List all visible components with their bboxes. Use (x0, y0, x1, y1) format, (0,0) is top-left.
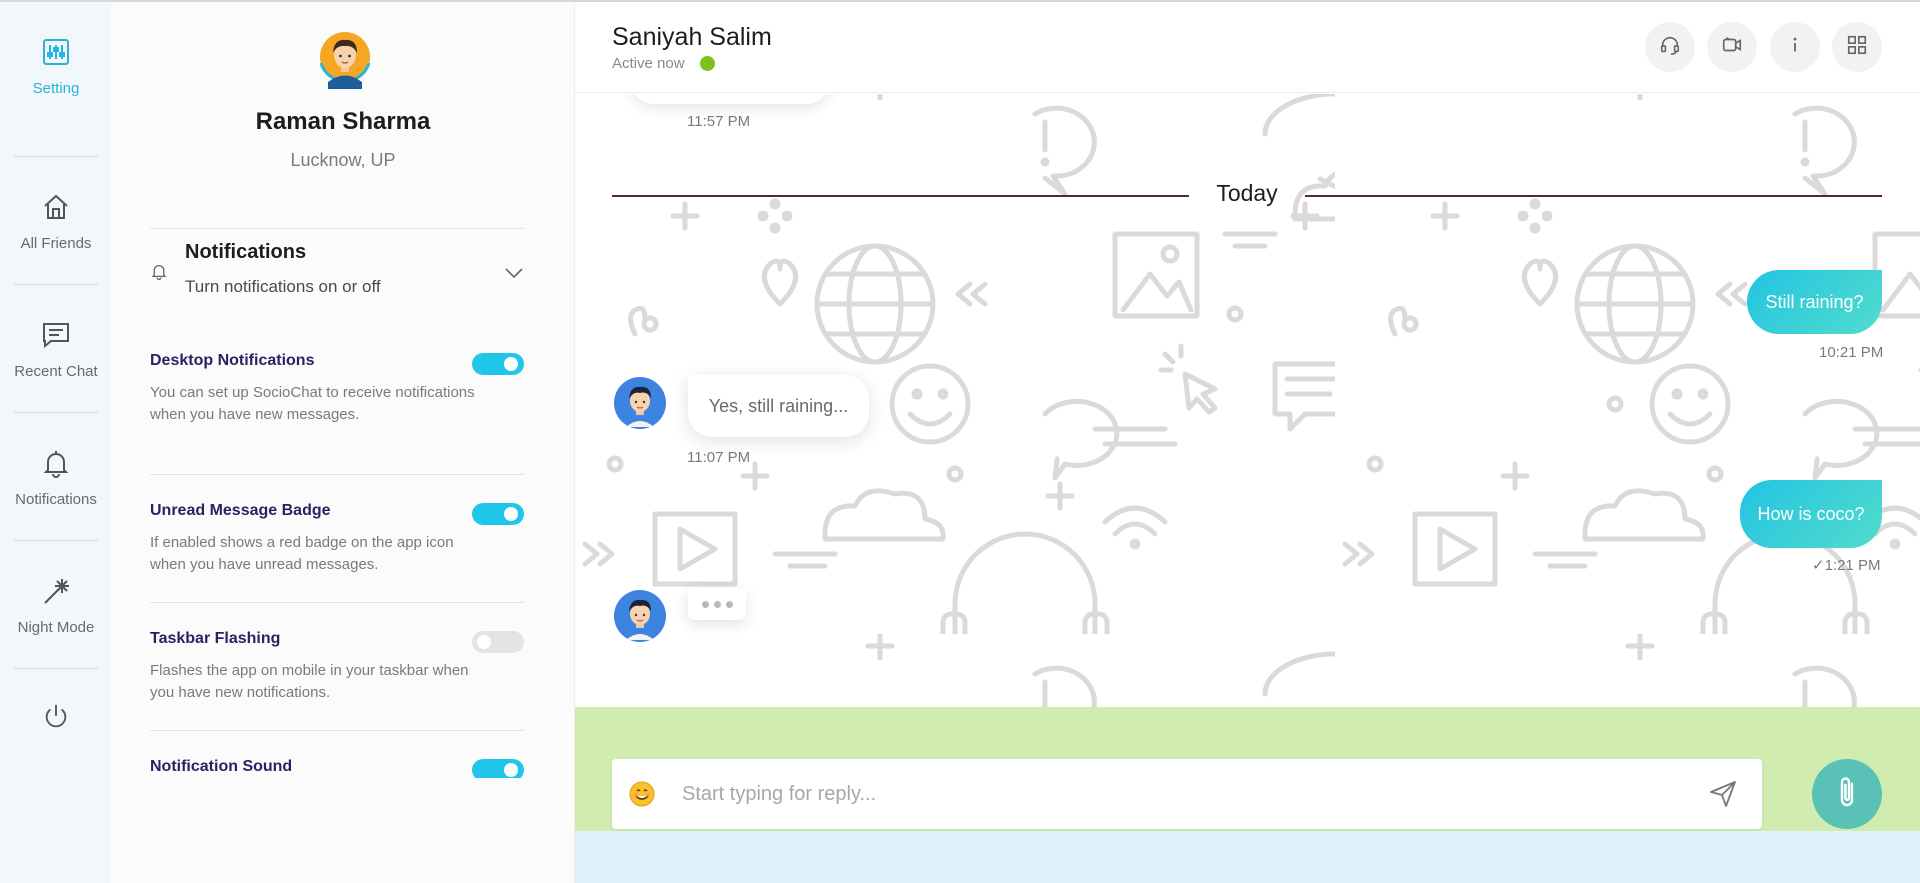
emoji-button[interactable] (629, 781, 655, 812)
message-list[interactable]: 11:57 PM Today Still raining? 10:21 PM Y… (575, 94, 1920, 707)
chat-header: Saniyah Salim Active now (575, 2, 1920, 93)
message-time-row: ✓1:21 PM (1812, 556, 1880, 574)
message-time: 1:21 PM (1824, 557, 1881, 574)
setting-notification-sound: Notification Sound (150, 758, 524, 781)
bell-icon (150, 262, 168, 285)
video-camera-icon (1721, 34, 1743, 61)
chevron-down-icon[interactable] (504, 266, 524, 284)
panel-divider (150, 730, 524, 731)
nav-item-all-friends[interactable]: All Friends (14, 157, 98, 285)
setting-description: If enabled shows a red badge on the app … (150, 534, 454, 573)
grid-menu-button[interactable] (1832, 22, 1882, 72)
setting-taskbar-flashing: Taskbar Flashing Flashes the app on mobi… (150, 630, 524, 704)
home-icon (40, 191, 72, 223)
setting-title: Desktop Notifications (150, 352, 315, 369)
setting-description: You can set up SocioChat to receive noti… (150, 384, 475, 423)
sliders-icon (40, 36, 72, 68)
notifications-title: Notifications (185, 241, 307, 263)
nav-item-recent-chat[interactable]: Recent Chat (14, 285, 98, 413)
online-indicator (700, 56, 715, 71)
profile-location: Lucknow, UP (290, 150, 396, 170)
chat-area: Saniyah Salim Active now 11:57 PM Today … (575, 2, 1920, 883)
message-time: 10:21 PM (1819, 344, 1884, 361)
send-button[interactable] (1708, 779, 1738, 814)
notifications-subtitle: Turn notifications on or off (185, 277, 381, 296)
nav-item-notifications[interactable]: Notifications (14, 413, 98, 541)
setting-title: Taskbar Flashing (150, 630, 281, 647)
message-text: Yes, still raining... (708, 395, 849, 416)
paperclip-icon (1832, 774, 1862, 815)
contact-avatar[interactable] (614, 377, 666, 429)
composer-footer (575, 831, 1920, 883)
message-text: Still raining? (1765, 291, 1864, 312)
info-button[interactable] (1770, 22, 1820, 72)
settings-panel: Raman Sharma Lucknow, UP Notifications T… (111, 2, 575, 883)
day-separator: Today (612, 180, 1882, 210)
reply-composer (612, 759, 1762, 829)
contact-avatar[interactable] (614, 590, 666, 642)
voice-call-button[interactable] (1645, 22, 1695, 72)
panel-divider (150, 474, 524, 475)
profile-name: Raman Sharma (255, 108, 431, 135)
grid-icon (1846, 34, 1868, 61)
panel-bottom-mask (111, 778, 574, 883)
magic-wand-icon (40, 575, 72, 607)
desktop-notifications-toggle[interactable] (472, 353, 524, 375)
nav-item-night-mode[interactable]: Night Mode (14, 541, 98, 669)
outgoing-message-bubble[interactable]: Still raining? (1747, 270, 1882, 334)
message-time: 11:07 PM (687, 449, 751, 466)
power-icon (40, 700, 72, 732)
send-plane-icon (1708, 781, 1738, 813)
taskbar-flashing-toggle[interactable] (472, 631, 524, 653)
notifications-section-header[interactable]: Notifications Turn notifications on or o… (150, 228, 524, 308)
panel-divider (150, 602, 524, 603)
video-call-button[interactable] (1707, 22, 1757, 72)
power-button[interactable] (14, 669, 98, 763)
unread-badge-toggle[interactable] (472, 503, 524, 525)
setting-title: Notification Sound (150, 758, 293, 775)
setting-title: Unread Message Badge (150, 502, 331, 519)
nav-label: Setting (32, 79, 80, 97)
setting-description: Flashes the app on mobile in your taskba… (150, 662, 469, 701)
setting-unread-message-badge: Unread Message Badge If enabled shows a … (150, 502, 524, 576)
incoming-message-bubble[interactable]: Yes, still raining... (688, 375, 869, 437)
chat-icon (40, 319, 72, 351)
day-separator-label: Today (1216, 180, 1278, 206)
smiley-emoji-icon (629, 781, 655, 811)
contact-status: Active now (612, 55, 685, 72)
bell-icon (40, 447, 72, 479)
reply-input[interactable] (682, 775, 1662, 813)
nav-rail: Setting All Friends Recent Chat Notifica… (0, 2, 111, 883)
nav-label: Notifications (15, 490, 97, 508)
previous-message-bubble (630, 94, 830, 104)
avatar[interactable] (317, 31, 373, 89)
nav-label: All Friends (20, 234, 92, 252)
headset-icon (1659, 34, 1681, 61)
typing-indicator (688, 588, 746, 620)
message-time: 11:57 PM (687, 113, 751, 130)
read-check-icon: ✓ (1812, 557, 1825, 574)
outgoing-message-bubble[interactable]: How is coco? (1740, 480, 1882, 548)
nav-label: Night Mode (17, 618, 95, 636)
setting-desktop-notifications: Desktop Notifications You can set up Soc… (150, 352, 524, 426)
attach-button[interactable] (1812, 759, 1882, 829)
nav-item-setting[interactable]: Setting (14, 2, 98, 130)
info-icon (1784, 34, 1806, 61)
nav-label: Recent Chat (14, 362, 98, 380)
message-text: How is coco? (1757, 503, 1865, 524)
contact-name: Saniyah Salim (612, 23, 772, 51)
